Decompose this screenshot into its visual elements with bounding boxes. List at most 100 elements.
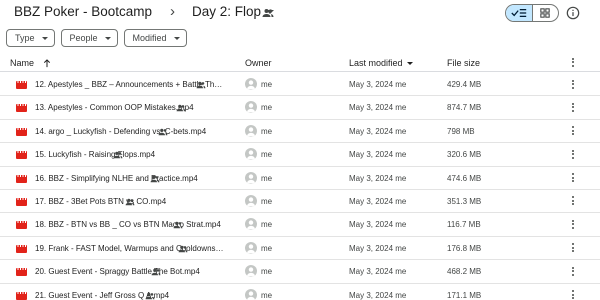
modified-date: May 3, 2024 me xyxy=(349,220,407,230)
file-list: 12. Apestyles _ BBZ – Announcements + Ba… xyxy=(0,73,600,300)
owner-name: me xyxy=(261,220,273,230)
more-vert-icon[interactable] xyxy=(568,218,578,230)
file-name: 18. BBZ - BTN vs BB _ CO vs BTN Macro St… xyxy=(35,220,221,230)
info-icon[interactable] xyxy=(566,6,580,20)
more-vert-icon[interactable] xyxy=(568,289,578,300)
video-file-icon xyxy=(16,291,27,300)
file-row[interactable]: 19. Frank - FAST Model, Warmups and Cool… xyxy=(0,237,600,261)
people-icon xyxy=(145,292,155,299)
people-icon xyxy=(176,105,186,112)
file-size: 874.7 MB xyxy=(447,103,482,113)
file-size: 429.4 MB xyxy=(447,80,482,89)
file-row[interactable]: 17. BBZ - 3Bet Pots BTN vs CO.mp4 me May 3… xyxy=(0,190,600,214)
avatar xyxy=(245,218,257,231)
file-row[interactable]: 18. BBZ - BTN vs BB _ CO vs BTN Macro St… xyxy=(0,213,600,237)
caret-down-icon xyxy=(406,61,413,65)
avatar xyxy=(245,78,257,90)
more-vert-icon[interactable] xyxy=(568,101,578,113)
video-file-icon xyxy=(16,127,27,136)
more-vert-icon[interactable] xyxy=(568,148,578,160)
modified-date: May 3, 2024 me xyxy=(349,196,407,206)
avatar xyxy=(245,148,257,161)
file-row[interactable]: 15. Luckyfish - Raising Flops.mp4 me May 3… xyxy=(0,143,600,167)
grid-view-button[interactable] xyxy=(533,5,559,21)
modified-date: May 3, 2024 me xyxy=(349,173,407,183)
people-filter-chip[interactable]: People xyxy=(60,29,118,47)
file-size: 176.8 MB xyxy=(447,243,482,253)
avatar xyxy=(245,171,257,184)
file-name: 16. BBZ - Simplifying NLHE and Practice.… xyxy=(35,173,198,183)
more-vert-icon[interactable] xyxy=(568,125,578,137)
name-column-label: Name xyxy=(10,58,35,68)
avatar xyxy=(245,241,257,254)
owner-name: me xyxy=(261,126,273,136)
modified-column-header[interactable]: Last modified xyxy=(349,58,413,68)
modified-column-label: Last modified xyxy=(349,58,403,68)
chevron-down-icon xyxy=(173,36,180,40)
file-size: 468.2 MB xyxy=(447,267,482,277)
avatar xyxy=(245,288,257,300)
chevron-down-icon xyxy=(41,36,48,40)
top-bar: BBZ Poker - Bootcamp › Day 2: Flop xyxy=(0,0,600,26)
more-vert-icon[interactable] xyxy=(568,242,578,254)
chevron-down-icon xyxy=(104,36,111,40)
owner-name: me xyxy=(261,196,273,206)
video-file-icon xyxy=(16,151,27,160)
file-row[interactable]: 14. argo _ Luckyfish - Defending vs. C-b… xyxy=(0,120,600,144)
file-name: 20. Guest Event - Spraggy Battle The Bot… xyxy=(35,267,200,277)
file-name: 19. Frank - FAST Model, Warmups and Cool… xyxy=(35,243,225,253)
modified-date: May 3, 2024 me xyxy=(349,150,407,160)
file-row[interactable]: 13. Apestyles - Common OOP Mistakes.mp4 m… xyxy=(0,96,600,120)
owner-column-header[interactable]: Owner xyxy=(245,58,272,68)
more-vert-icon[interactable] xyxy=(568,172,578,184)
people-icon xyxy=(151,268,161,276)
people-icon xyxy=(262,9,274,17)
file-name: 17. BBZ - 3Bet Pots BTN vs CO.mp4 xyxy=(35,196,167,206)
modified-filter-label: Modified xyxy=(132,33,167,43)
file-row[interactable]: 12. Apestyles _ BBZ – Announcements + Ba… xyxy=(0,73,600,97)
file-name: 13. Apestyles - Common OOP Mistakes.mp4 xyxy=(35,103,194,113)
avatar xyxy=(245,265,257,278)
file-row[interactable]: 20. Guest Event - Spraggy Battle The Bot… xyxy=(0,260,600,284)
video-file-icon xyxy=(16,81,27,89)
breadcrumb-root[interactable]: BBZ Poker - Bootcamp xyxy=(14,4,152,19)
video-file-icon xyxy=(16,104,27,113)
modified-date: May 3, 2024 me xyxy=(349,267,407,277)
size-column-header[interactable]: File size xyxy=(447,58,480,68)
owner-name: me xyxy=(261,243,273,253)
file-row[interactable]: 21. Guest Event - Jeff Gross Q A.mp4 me Ma… xyxy=(0,284,600,300)
file-size: 474.6 MB xyxy=(447,173,482,183)
more-vert-icon[interactable] xyxy=(568,56,578,68)
more-vert-icon[interactable] xyxy=(568,78,578,90)
list-view-button[interactable] xyxy=(506,5,533,21)
people-filter-label: People xyxy=(69,33,98,43)
avatar xyxy=(245,194,257,207)
breadcrumb-separator: › xyxy=(170,3,175,20)
file-size: 351.3 MB xyxy=(447,196,482,206)
people-icon xyxy=(196,81,206,89)
people-icon xyxy=(173,222,183,229)
modified-date: May 3, 2024 me xyxy=(349,290,407,300)
owner-name: me xyxy=(261,173,273,183)
breadcrumb-current-label: Day 2: Flop xyxy=(192,4,262,19)
people-icon xyxy=(158,128,168,135)
people-icon xyxy=(178,245,188,252)
modified-filter-chip[interactable]: Modified xyxy=(123,29,187,47)
people-icon xyxy=(150,175,160,182)
file-size: 320.6 MB xyxy=(447,150,482,160)
file-name: 15. Luckyfish - Raising Flops.mp4 xyxy=(35,150,156,160)
video-file-icon xyxy=(16,174,27,183)
file-size: 116.7 MB xyxy=(447,220,481,230)
type-filter-chip[interactable]: Type xyxy=(6,29,55,47)
video-file-icon xyxy=(16,244,27,253)
check-list-icon xyxy=(511,9,526,17)
name-column-header[interactable]: Name xyxy=(10,58,51,68)
type-filter-label: Type xyxy=(15,33,35,43)
more-vert-icon[interactable] xyxy=(568,195,578,207)
modified-date: May 3, 2024 me xyxy=(349,80,407,89)
avatar xyxy=(245,124,257,137)
more-vert-icon[interactable] xyxy=(568,265,578,277)
arrow-up-icon xyxy=(43,58,51,67)
owner-name: me xyxy=(261,150,273,160)
file-row[interactable]: 16. BBZ - Simplifying NLHE and Practice.… xyxy=(0,167,600,190)
